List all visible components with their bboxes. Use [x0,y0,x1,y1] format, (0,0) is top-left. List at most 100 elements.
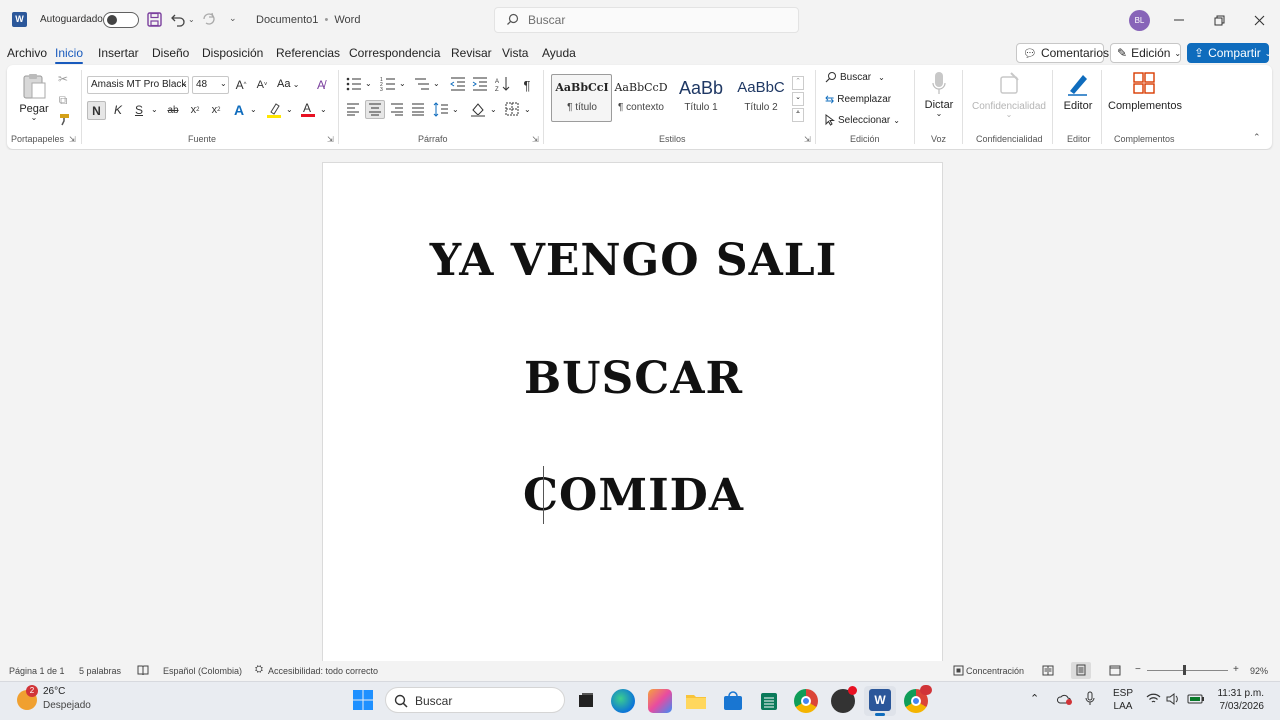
start-icon[interactable] [352,689,374,711]
word-count[interactable]: 5 palabras [79,666,121,676]
shading-icon[interactable] [470,102,486,117]
chrome-icon[interactable] [794,689,818,713]
chevron-down-icon[interactable]: ⌄ [490,105,497,114]
chevron-down-icon[interactable]: ⌄ [452,105,459,114]
addins-button[interactable]: Complementos [1108,71,1182,112]
styles-more-icon[interactable]: ⩡ [792,108,804,122]
word-taskbar-icon[interactable]: W [864,686,896,716]
align-left-icon[interactable] [346,103,360,116]
decrease-indent-icon[interactable] [450,77,466,91]
editor-button[interactable]: Editor [1060,71,1096,112]
tab-disposicion[interactable]: Disposición [202,46,263,60]
style-titulo[interactable]: AaBbCcI ¶ título [552,74,612,122]
chevron-down-icon[interactable]: ⌄ [365,79,372,88]
bullets-icon[interactable] [346,77,362,91]
zoom-slider-track[interactable] [1147,670,1228,671]
wifi-icon[interactable] [1146,693,1161,705]
document-page[interactable]: YA VENGO SALI BUSCAR COMIDA [322,162,943,662]
onedrive-icon[interactable] [1057,693,1073,705]
chrome-profile-icon[interactable] [904,685,932,713]
chevron-down-icon[interactable]: ⌄ [399,79,406,88]
comments-button[interactable]: 💬︎ Comentarios [1016,43,1109,63]
edge-icon[interactable] [611,689,635,713]
editing-mode-button[interactable]: ✎ Edición ⌄ [1110,43,1181,63]
borders-icon[interactable] [505,102,519,116]
autosave-toggle[interactable] [103,12,139,28]
microphone-icon[interactable] [1085,691,1095,707]
font-name-field[interactable]: Amasis MT Pro Black [87,76,189,94]
store-icon[interactable] [721,689,745,713]
tab-correspondencia[interactable]: Correspondencia [349,46,440,60]
styles-scroll-up-icon[interactable]: ⌃ [792,76,804,90]
style-titulo-1[interactable]: AaBb Título 1 [671,74,731,122]
zoom-slider-thumb[interactable] [1183,665,1186,675]
search-box[interactable]: Buscar [494,7,799,33]
highlight-icon[interactable] [266,102,282,118]
taskbar-search[interactable]: Buscar [385,687,565,713]
dialog-launcher-icon[interactable]: ⇲ [327,135,334,144]
increase-indent-icon[interactable] [472,77,488,91]
accessibility-status[interactable]: Accesibilidad: todo correcto [268,666,378,676]
tab-insertar[interactable]: Insertar [98,46,139,60]
copilot-icon[interactable] [648,689,672,713]
tab-archivo[interactable]: Archivo [7,46,47,60]
chevron-down-icon[interactable]: ⌄ [524,105,531,114]
tab-revisar[interactable]: Revisar [451,46,492,60]
line-spacing-icon[interactable] [433,102,449,117]
text-effects-icon[interactable]: A [230,101,248,119]
read-mode-icon[interactable] [1042,665,1054,676]
chevron-down-icon[interactable]: ⌄ [220,79,227,88]
web-layout-icon[interactable] [1109,665,1121,676]
file-explorer-icon[interactable] [684,689,708,713]
strikethrough-button[interactable]: ab [164,101,182,119]
change-case-button[interactable]: Aa ⌄ [277,78,299,90]
justify-icon[interactable] [411,103,425,116]
chevron-down-icon[interactable]: ⌄ [320,105,327,114]
clock[interactable]: 11:31 p.m. 7/03/2026 [1212,687,1264,713]
customize-qat-icon[interactable]: ⌄ [229,13,237,24]
focus-mode-button[interactable]: Concentración [966,666,1024,676]
tab-diseno[interactable]: Diseño [152,46,189,60]
style-contexto[interactable]: AaBbCcD ¶ contexto [611,74,671,122]
language-status[interactable]: Español (Colombia) [163,666,242,676]
minimize-button[interactable] [1166,8,1192,32]
zoom-in-button[interactable]: + [1233,664,1239,675]
zoom-out-button[interactable]: − [1135,664,1141,675]
chevron-down-icon[interactable]: ⌄ [433,79,440,88]
page-count[interactable]: Página 1 de 1 [9,666,65,676]
align-right-icon[interactable] [390,103,404,116]
undo-dropdown-icon[interactable]: ⌄ [188,15,195,24]
styles-scroll-down-icon[interactable]: ⌄ [792,92,804,106]
obs-icon[interactable] [831,686,857,713]
dialog-launcher-icon[interactable]: ⇲ [69,135,76,144]
subscript-icon[interactable]: x2 [186,101,204,119]
replace-button[interactable]: ⇆ Reemplazar [825,93,891,106]
style-titulo-2[interactable]: AaBbC Título 2 [731,74,791,122]
show-formatting-icon[interactable]: ¶ [518,76,536,94]
input-language[interactable]: ESP LAA [1113,687,1133,713]
zoom-level[interactable]: 92% [1250,666,1268,676]
find-button[interactable]: Buscar ⌄ [825,71,885,83]
undo-icon[interactable] [170,11,186,27]
underline-button[interactable]: S [130,101,148,119]
tab-vista[interactable]: Vista [502,46,528,60]
cut-icon[interactable]: ✂ [54,70,72,88]
chevron-down-icon[interactable]: ⌄ [151,105,158,114]
multilevel-list-icon[interactable] [414,77,430,91]
chevron-down-icon[interactable]: ⌄ [250,105,257,114]
font-color-icon[interactable]: A [300,101,316,118]
grow-font-icon[interactable]: A ^ [232,76,250,94]
dialog-launcher-icon[interactable]: ⇲ [532,135,539,144]
avatar[interactable]: BL [1129,10,1150,31]
tab-inicio[interactable]: Inicio [55,46,84,64]
volume-icon[interactable] [1166,693,1180,705]
numbering-icon[interactable]: 123 [380,77,396,91]
sort-icon[interactable]: AZ [495,76,511,92]
close-button[interactable] [1246,8,1272,32]
clear-formatting-icon[interactable]: A̸ [312,76,330,94]
task-view-icon[interactable] [574,689,598,713]
battery-icon[interactable] [1187,693,1205,705]
share-button[interactable]: ⇪ Compartir ⌄ [1187,43,1271,63]
paste-button[interactable]: Pegar ⌄ [18,72,50,122]
tab-ayuda[interactable]: Ayuda [542,46,576,60]
